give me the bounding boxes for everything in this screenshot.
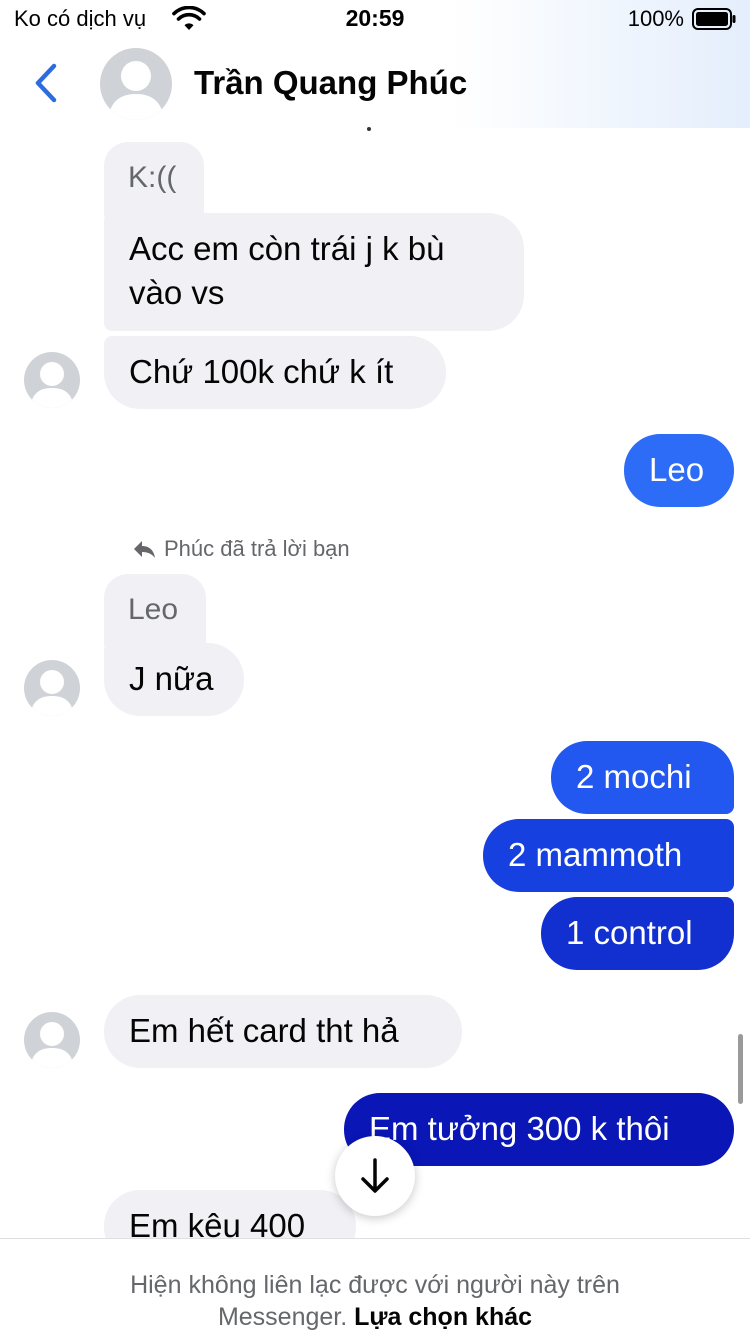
unavailable-notice: Hiện không liên lạc được với người này t… (0, 1238, 750, 1334)
message-bubble-outgoing[interactable]: 2 mammoth (483, 819, 734, 892)
message-bubble-outgoing[interactable]: 2 mochi (551, 741, 734, 814)
message-text: Chứ 100k chứ k ít (129, 353, 394, 390)
battery-percentage: 100% (627, 6, 684, 31)
message-text: vào vs (129, 274, 225, 311)
reply-indicator: Phúc đã trả lời bạn (132, 536, 350, 562)
battery-icon (692, 8, 736, 30)
scroll-to-bottom-button[interactable] (335, 1136, 415, 1216)
default-avatar-icon (24, 1012, 80, 1068)
arrow-down-icon (361, 1158, 389, 1193)
default-avatar-icon (24, 660, 80, 716)
sender-avatar[interactable] (24, 660, 80, 716)
message-text: J nữa (129, 660, 214, 697)
back-chevron-icon[interactable] (28, 60, 64, 106)
other-options-link[interactable]: Lựa chọn khác (354, 1303, 532, 1331)
default-avatar-icon (100, 48, 172, 120)
contact-name[interactable]: Trần Quang Phúc (194, 64, 467, 102)
notice-line-1: Hiện không liên lạc được với người này t… (130, 1271, 620, 1299)
notice-line-2: Messenger. Lựa chọn khác (0, 1301, 750, 1333)
message-text: Em hết card tht hả (129, 1012, 399, 1049)
message-bubble-incoming[interactable]: J nữa (104, 643, 244, 716)
separator-dot (367, 127, 371, 131)
message-bubble-incoming[interactable]: Em hết card tht hả (104, 995, 462, 1068)
message-bubble-outgoing[interactable]: 1 control (541, 897, 734, 970)
reply-arrow-icon (134, 541, 155, 558)
message-bubble-incoming[interactable]: Chứ 100k chứ k ít (104, 336, 446, 409)
reply-note-text: Phúc đã trả lời bạn (164, 536, 350, 561)
contact-avatar[interactable] (100, 48, 172, 120)
message-bubble-outgoing[interactable]: Leo (624, 434, 734, 507)
quoted-text: Leo (128, 593, 179, 626)
sender-avatar[interactable] (24, 1012, 80, 1068)
scrollbar[interactable] (738, 1034, 743, 1104)
message-bubble-incoming[interactable]: K:(( (104, 142, 204, 222)
sender-avatar[interactable] (24, 352, 80, 408)
message-text: Leo (649, 451, 705, 488)
message-bubble-incoming[interactable]: Acc em còn trái j k bù vào vs (104, 213, 524, 331)
notice-prefix: Messenger. (217, 1303, 348, 1331)
status-bar: Ko có dịch vụ 20:59 100% (0, 0, 750, 40)
message-text: 1 control (566, 914, 693, 951)
default-avatar-icon (24, 352, 80, 408)
message-text: 2 mammoth (508, 836, 683, 873)
message-text: 2 mochi (576, 758, 692, 795)
message-text: Acc em còn trái j k bù (129, 230, 445, 267)
message-text: K:(( (128, 161, 177, 194)
quoted-message[interactable]: Leo (104, 574, 206, 652)
